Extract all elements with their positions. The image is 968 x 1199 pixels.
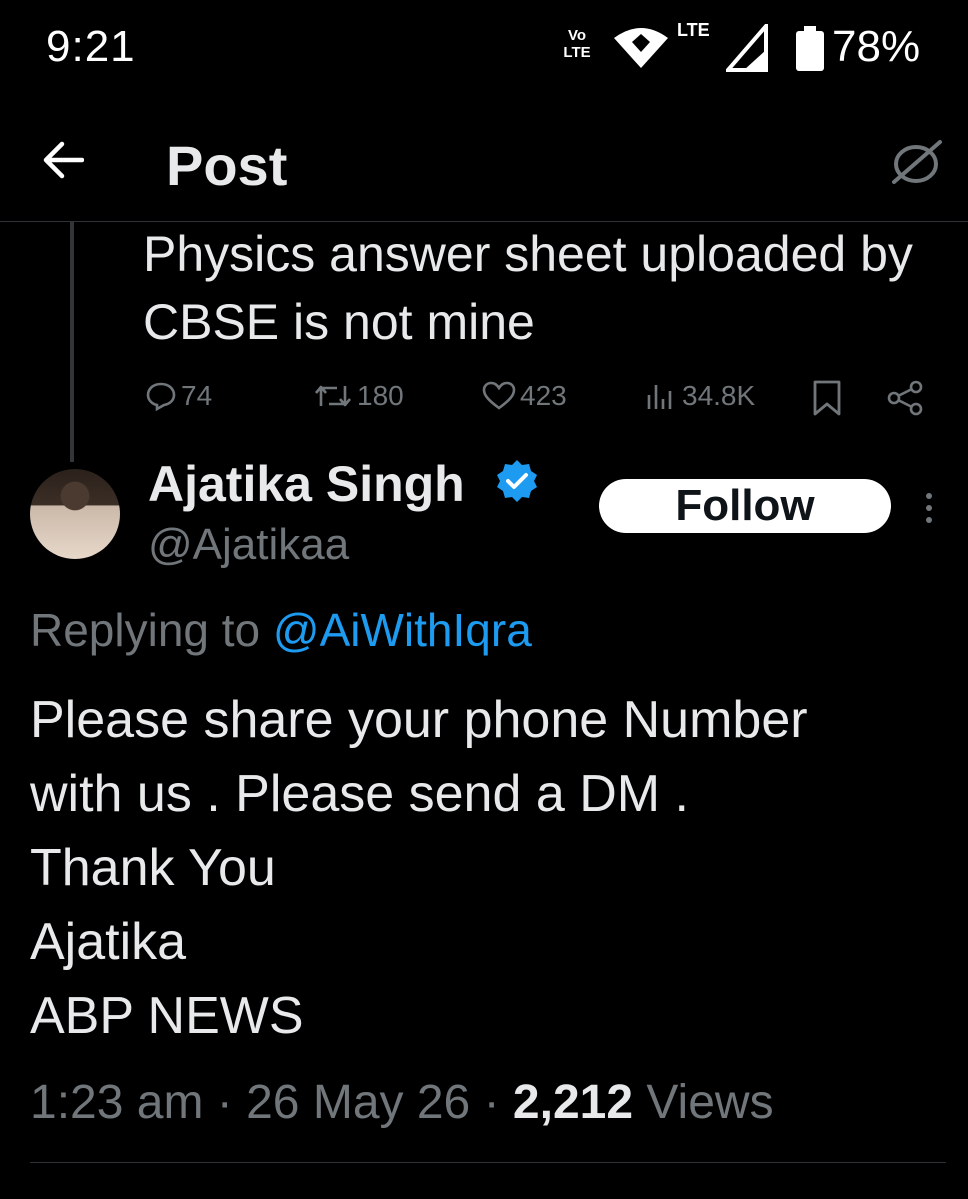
bookmark-icon[interactable] <box>812 380 842 416</box>
lte-label: LTE <box>677 20 710 40</box>
replying-to: Replying to @AiWithIqra <box>30 603 532 657</box>
content-divider <box>30 1162 946 1163</box>
analytics-icon <box>647 385 672 409</box>
post-meta: 1:23 am · 26 May 26 · 2,212 Views <box>30 1075 774 1130</box>
mention-link[interactable]: @AiWithIqra <box>273 604 532 656</box>
post-body-line: ABP NEWS <box>30 987 304 1045</box>
previous-post-text[interactable]: Physics answer sheet uploaded by CBSE is… <box>143 220 933 356</box>
post-body-line: Thank You <box>30 839 276 897</box>
page-title: Post <box>166 134 288 197</box>
wifi-icon <box>614 28 668 68</box>
volte-label-top: Vo <box>567 27 587 44</box>
like-count: 423 <box>520 380 567 411</box>
volte-label-bottom: LTE <box>563 44 591 61</box>
repost-count: 180 <box>357 380 404 411</box>
post-body: Please share your phone Number with us .… <box>30 683 950 1053</box>
post-body-line: with us . Please send a DM . <box>30 765 689 823</box>
follow-button[interactable]: Follow <box>599 479 891 533</box>
views-button[interactable]: 34.8K <box>646 380 755 412</box>
share-icon[interactable] <box>886 380 924 416</box>
reply-count: 74 <box>181 380 213 411</box>
battery-icon <box>796 26 824 71</box>
reply-icon <box>146 382 176 411</box>
heart-icon <box>482 381 516 410</box>
cell-signal-icon <box>726 24 768 72</box>
post-time[interactable]: 1:23 am <box>30 1076 203 1129</box>
status-time: 9:21 <box>46 22 136 71</box>
battery-percent: 78% <box>832 22 921 71</box>
avatar[interactable] <box>30 469 120 559</box>
post-date[interactable]: 26 May 26 <box>246 1076 470 1129</box>
more-options-icon[interactable] <box>920 492 938 524</box>
repost-icon <box>315 385 351 407</box>
verified-badge-icon <box>497 460 537 502</box>
meta-separator: · <box>216 1076 233 1129</box>
repost-button[interactable]: 180 <box>313 380 404 412</box>
arrow-left-icon[interactable] <box>42 140 84 180</box>
views-count-small: 34.8K <box>682 380 756 411</box>
like-button[interactable]: 423 <box>482 380 567 412</box>
meta-separator: · <box>483 1076 500 1129</box>
author-name[interactable]: Ajatika Singh <box>148 455 465 513</box>
volte-icon: Vo LTE <box>557 27 597 61</box>
post-views-count: 2,212 <box>512 1076 634 1129</box>
reply-button[interactable]: 74 <box>145 380 212 412</box>
post-body-line: Ajatika <box>30 913 187 971</box>
post-body-line: Please share your phone Number <box>30 691 808 749</box>
compose-slash-icon[interactable] <box>890 138 944 188</box>
thread-line <box>70 222 74 462</box>
replying-prefix: Replying to <box>30 604 273 656</box>
author-handle[interactable]: @Ajatikaa <box>148 520 349 570</box>
post-views-label: Views <box>646 1076 774 1129</box>
